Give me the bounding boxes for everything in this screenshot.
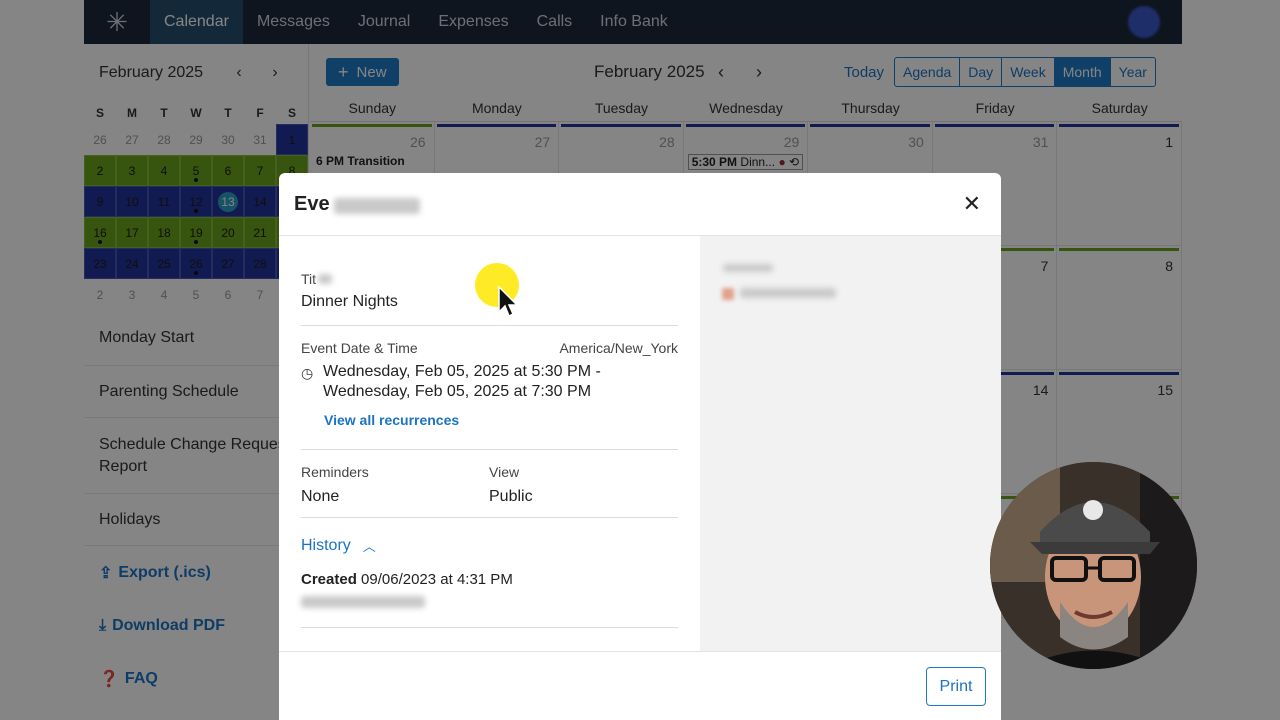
- title-label: Tit: [301, 271, 317, 287]
- end-time: Wednesday, Feb 05, 2025 at 7:30 PM: [323, 383, 592, 400]
- dialog-footer: Print: [279, 651, 1001, 720]
- date-time-section: Event Date & Time America/New_York ◷ Wed…: [301, 326, 678, 450]
- clock-icon: ◷: [301, 365, 314, 381]
- child-color-dot: [722, 288, 734, 300]
- history-label: History: [301, 536, 351, 554]
- dialog-title: Eve: [294, 192, 330, 215]
- print-button[interactable]: Print: [926, 667, 986, 706]
- reminders-label: Reminders: [301, 464, 369, 480]
- history-section: History ︿ Created 09/06/2023 at 4:31 PM: [301, 518, 678, 628]
- webcam-overlay: [990, 462, 1197, 669]
- view-label: View: [489, 464, 520, 480]
- reminders-value: None: [301, 488, 340, 505]
- close-icon[interactable]: ✕: [963, 191, 981, 217]
- timezone-label: America/New_York: [559, 340, 678, 356]
- created-label: Created: [301, 571, 357, 588]
- time-range: ◷ Wednesday, Feb 05, 2025 at 5:30 PM - W…: [301, 363, 678, 401]
- view-recurrences-link[interactable]: View all recurrences: [324, 412, 678, 428]
- mouse-pointer-icon: [498, 285, 519, 318]
- view-value: Public: [489, 488, 533, 505]
- event-details-dialog: Eve ✕ Tit Dinner Nights Event Date & Tim…: [279, 173, 1001, 720]
- redacted-title: [333, 198, 420, 214]
- history-toggle[interactable]: History ︿: [301, 536, 678, 555]
- dialog-body: Tit Dinner Nights Event Date & Time Amer…: [279, 236, 1001, 651]
- reminders-field: Reminders None: [301, 464, 489, 517]
- presenter-video-icon: [990, 462, 1197, 669]
- created-value: 09/06/2023 at 4:31 PM: [361, 571, 513, 588]
- redacted-creator: [301, 596, 425, 608]
- date-time-header: Event Date & Time America/New_York: [301, 340, 678, 356]
- dialog-header: Eve ✕: [279, 173, 1001, 236]
- view-field: View Public: [489, 464, 533, 517]
- created-row: Created 09/06/2023 at 4:31 PM: [301, 571, 678, 588]
- redacted-label: [318, 274, 333, 284]
- redacted-child-name: [740, 288, 836, 298]
- redacted-children-label: [723, 264, 773, 272]
- chevron-up-icon: ︿: [362, 539, 376, 554]
- children-pane: [700, 236, 1001, 651]
- date-time-label: Event Date & Time: [301, 340, 418, 356]
- reminders-view-section: Reminders None View Public: [301, 450, 678, 518]
- start-time: Wednesday, Feb 05, 2025 at 5:30 PM -: [323, 363, 601, 380]
